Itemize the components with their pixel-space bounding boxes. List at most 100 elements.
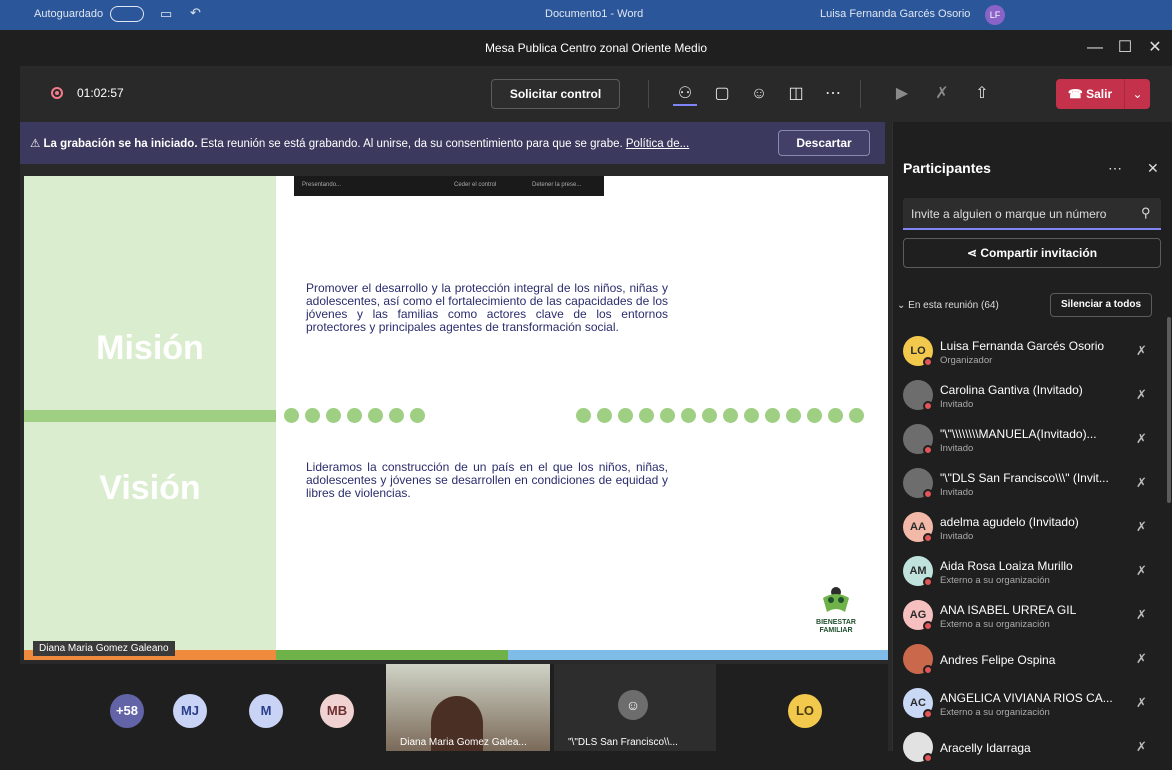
mic-off-icon[interactable]: ✗: [1136, 387, 1147, 403]
give-control-label[interactable]: Ceder el control: [454, 182, 496, 188]
video-tile[interactable]: Diana Maria Gomez Galea...: [386, 664, 550, 751]
mic-off-icon[interactable]: ✗: [1136, 739, 1147, 755]
logo-line2: FAMILIAR: [819, 627, 853, 634]
phone-icon: ☎: [1067, 87, 1087, 101]
status-dot-icon: [923, 357, 933, 367]
mic-off-icon[interactable]: ✗: [1136, 519, 1147, 535]
divider-dot: [723, 408, 738, 423]
leave-options-chevron-icon[interactable]: ⌄: [1124, 79, 1150, 109]
word-title-bar: Autoguardado ▭ ↶ Documento1 - Word Luisa…: [0, 0, 1172, 30]
divider-dot: [597, 408, 612, 423]
participant-row[interactable]: "\"\\\\\\\\MANUELA(Invitado)... Invitado ✗: [893, 418, 1163, 462]
maximize-icon[interactable]: ☐: [1110, 36, 1140, 60]
dot-divider-left: [284, 408, 434, 424]
invite-search-input[interactable]: Invite a alguien o marque un número ⚲: [903, 198, 1161, 230]
participant-avatar[interactable]: M: [249, 694, 283, 728]
strip-blue: [508, 650, 888, 660]
participant-row[interactable]: AA adelma agudelo (Invitado) Invitado ✗: [893, 506, 1163, 550]
share-screen-icon[interactable]: ⇧: [970, 82, 994, 106]
participant-avatar[interactable]: LO: [788, 694, 822, 728]
divider-dot: [618, 408, 633, 423]
dismiss-button[interactable]: Descartar: [778, 130, 870, 156]
mic-off-icon[interactable]: ✗: [1136, 607, 1147, 623]
divider-dot: [849, 408, 864, 423]
breakout-rooms-icon[interactable]: ◫: [784, 82, 808, 106]
participant-role: Invitado: [940, 443, 974, 454]
chevron-down-icon: ⌄: [897, 300, 909, 311]
slide-left-column: Misión Visión: [24, 176, 276, 650]
audio-tile-name: "\"DLS San Francisco\\...: [568, 737, 678, 748]
banner-bold: La grabación se ha iniciado.: [43, 138, 198, 150]
divider-dot: [828, 408, 843, 423]
presenter-name-tag: Diana Maria Gomez Galeano: [33, 641, 175, 656]
panel-scrollbar[interactable]: [1167, 317, 1171, 503]
mute-all-button[interactable]: Silenciar a todos: [1050, 293, 1152, 317]
camera-off-icon[interactable]: ▶: [890, 82, 914, 106]
participant-role: Externo a su organización: [940, 575, 1050, 586]
participant-row[interactable]: Andres Felipe Ospina ✗: [893, 638, 1163, 682]
mic-off-icon[interactable]: ✗: [1136, 651, 1147, 667]
participant-strip: +58 MJ M MB Diana Maria Gomez Galea... ☺…: [20, 664, 888, 751]
participant-row[interactable]: AM Aida Rosa Loaiza Murillo Externo a su o…: [893, 550, 1163, 594]
overflow-participants-button[interactable]: +58: [110, 694, 144, 728]
privacy-policy-link[interactable]: Política de...: [626, 138, 689, 150]
chat-icon[interactable]: ▢: [710, 82, 734, 106]
participant-avatar[interactable]: MB: [320, 694, 354, 728]
status-dot-icon: [923, 709, 933, 719]
participant-row[interactable]: Aracelly Idarraga ✗: [893, 726, 1163, 770]
status-dot-icon: [923, 577, 933, 587]
participant-row[interactable]: AC ANGELICA VIVIANA RIOS CA... Externo a s…: [893, 682, 1163, 726]
autosave-toggle[interactable]: [110, 6, 144, 22]
mic-off-icon[interactable]: ✗: [930, 82, 954, 106]
mic-off-icon[interactable]: ✗: [1136, 343, 1147, 359]
audio-tile[interactable]: ☺ "\"DLS San Francisco\\...: [554, 664, 716, 751]
participant-name: ANA ISABEL URREA GIL: [940, 603, 1077, 617]
leave-button[interactable]: ☎ Salir: [1056, 79, 1124, 109]
divider-dot: [305, 408, 320, 423]
search-icon: ⚲: [1141, 205, 1151, 220]
mic-off-icon[interactable]: ✗: [1136, 475, 1147, 491]
more-options-icon[interactable]: ⋯: [821, 82, 845, 106]
mission-text: Promover el desarrollo y la protección i…: [306, 281, 668, 334]
close-window-icon[interactable]: ✕: [1140, 36, 1170, 60]
minimize-icon[interactable]: —: [1080, 36, 1110, 60]
participant-name: Luisa Fernanda Garcés Osorio: [940, 339, 1105, 353]
divider-dot: [786, 408, 801, 423]
participant-name: Aida Rosa Loaiza Murillo: [940, 559, 1073, 573]
status-dot-icon: [923, 753, 933, 763]
participant-row[interactable]: "\"DLS San Francisco\\\" (Invit... Invita…: [893, 462, 1163, 506]
participant-row[interactable]: AG ANA ISABEL URREA GIL Externo a su organ…: [893, 594, 1163, 638]
undo-icon[interactable]: ↶: [190, 5, 201, 21]
autosave-label: Autoguardado: [34, 8, 104, 20]
participants-icon[interactable]: ⚇: [673, 82, 697, 106]
share-invitation-label: Compartir invitación: [980, 246, 1098, 260]
divider-dot: [765, 408, 780, 423]
family-logo-icon: [823, 587, 849, 612]
divider-dot: [284, 408, 299, 423]
in-meeting-section[interactable]: ⌄ En esta reunión (64): [897, 300, 999, 311]
divider-dot: [702, 408, 717, 423]
recording-banner: ⚠ La grabación se ha iniciado. Esta reun…: [20, 122, 885, 164]
status-dot-icon: [923, 621, 933, 631]
in-meeting-count: En esta reunión (64): [908, 300, 999, 311]
divider-dot: [389, 408, 404, 423]
mic-off-icon[interactable]: ✗: [1136, 563, 1147, 579]
participant-row[interactable]: Carolina Gantiva (Invitado) Invitado ✗: [893, 374, 1163, 418]
share-invitation-button[interactable]: ⋖ Compartir invitación: [903, 238, 1161, 268]
mic-off-icon[interactable]: ✗: [1136, 431, 1147, 447]
guest-avatar-icon: ☺: [618, 690, 648, 720]
banner-message: Esta reunión se está grabando. Al unirse…: [200, 138, 623, 150]
save-icon[interactable]: ▭: [160, 6, 172, 22]
participant-avatar[interactable]: MJ: [173, 694, 207, 728]
participant-role: Organizador: [940, 355, 993, 366]
participant-row[interactable]: LO Luisa Fernanda Garcés Osorio Organizado…: [893, 330, 1163, 374]
request-control-button[interactable]: Solicitar control: [491, 79, 620, 109]
mic-off-icon[interactable]: ✗: [1136, 695, 1147, 711]
panel-more-icon[interactable]: ⋯: [1108, 160, 1122, 177]
panel-close-icon[interactable]: ✕: [1147, 160, 1159, 177]
stop-presenting-label[interactable]: Detener la prese...: [532, 182, 581, 188]
reactions-icon[interactable]: ☺: [747, 82, 771, 106]
teams-meeting-window: Mesa Publica Centro zonal Oriente Medio …: [20, 30, 1172, 763]
word-user-avatar[interactable]: LF: [985, 5, 1005, 25]
toolbar-divider: [860, 80, 861, 108]
